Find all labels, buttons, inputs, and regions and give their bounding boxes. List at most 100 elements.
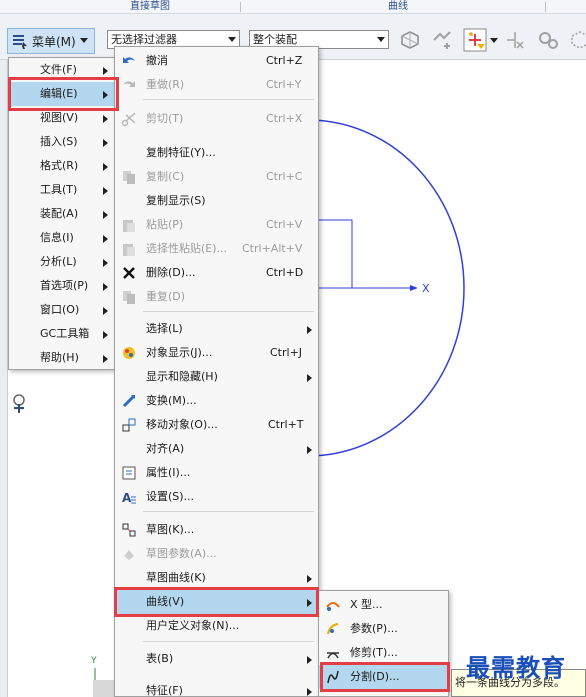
ribbon-group-strip: 直接草图 曲线: [0, 0, 586, 14]
main-menu-item-help[interactable]: 帮助(H): [9, 346, 114, 370]
resource-bar: [0, 60, 8, 697]
submenu-arrow-icon: [307, 446, 312, 454]
menu-item-shortcut: Ctrl+X: [266, 112, 303, 125]
undo-icon: [123, 57, 135, 63]
main-menu-item-format[interactable]: 格式(R): [9, 154, 114, 178]
chevron-down-icon[interactable]: [490, 38, 498, 44]
menu-item-label: GC工具箱: [40, 327, 90, 340]
menu-item-shortcut: Ctrl+T: [268, 418, 304, 431]
chevron-down-icon: [79, 38, 88, 43]
edit-item-repeat[interactable]: 重复(D): [115, 285, 318, 309]
x-axis-label: X: [422, 282, 430, 295]
move-object-icon: [122, 418, 136, 432]
svg-text:A: A: [122, 491, 132, 505]
menu-item-label: 格式(R): [40, 159, 79, 172]
main-menu-item-assembly[interactable]: 装配(A): [9, 202, 114, 226]
main-menu-item-window[interactable]: 窗口(O): [9, 298, 114, 322]
edit-item-transform[interactable]: 变换(M)...: [115, 389, 318, 413]
edit-item-undo[interactable]: 撤消 Ctrl+Z: [115, 49, 318, 73]
edit-item-object-display[interactable]: 对象显示(J)... Ctrl+J: [115, 341, 318, 365]
edit-item-select[interactable]: 选择(L): [115, 317, 318, 341]
ribbon-group-direct-sketch: 直接草图: [130, 1, 170, 12]
snap-icon[interactable]: [430, 28, 454, 52]
point-snap-icon[interactable]: [503, 28, 527, 52]
menu-item-label: 插入(S): [40, 135, 78, 148]
edit-item-user-defined-object[interactable]: 用户定义对象(N)...: [115, 614, 318, 638]
edit-item-copy-feature[interactable]: 复制特征(Y)...: [115, 141, 318, 165]
selection-filter-icon[interactable]: [463, 28, 487, 52]
menu-item-label: 设置(S)...: [146, 490, 195, 503]
edit-item-move-object[interactable]: 移动对象(O)... Ctrl+T: [115, 413, 318, 437]
view-triad-icon[interactable]: [10, 392, 28, 414]
menu-item-label: 显示和隐藏(H): [146, 370, 218, 383]
edit-item-cut[interactable]: 剪切(T) Ctrl+X: [115, 107, 318, 131]
submenu-arrow-icon: [103, 211, 108, 219]
annotation-box-edit: [8, 77, 119, 111]
curve-item-x-form[interactable]: X 型...: [319, 593, 448, 617]
menu-item-label: 复制特征(Y)...: [146, 146, 216, 159]
edit-item-paste-special[interactable]: 选择性粘贴(E)... Ctrl+Alt+V: [115, 237, 318, 261]
menu-item-label: 草图(K)...: [146, 523, 195, 536]
submenu-arrow-icon: [103, 355, 108, 363]
main-menu-item-preferences[interactable]: 首选项(P): [9, 274, 114, 298]
menu-item-label: 移动对象(O)...: [146, 418, 218, 431]
menu-divider: [143, 311, 314, 312]
paste-special-icon: [123, 244, 135, 256]
menu-divider: [143, 99, 314, 100]
curve-item-parameters[interactable]: 参数(P)...: [319, 617, 448, 641]
assembly-scope-value: 整个装配: [253, 33, 297, 46]
dropdown-arrow-icon: [377, 37, 385, 42]
edit-item-show-hide[interactable]: 显示和隐藏(H): [115, 365, 318, 389]
submenu-arrow-icon: [103, 139, 108, 147]
edit-item-paste[interactable]: 粘贴(P) Ctrl+V: [115, 213, 318, 237]
main-menu-item-gc-toolkit[interactable]: GC工具箱: [9, 322, 114, 346]
curve-parameters-icon: [327, 623, 339, 635]
menu-item-label: 草图参数(A)...: [146, 547, 217, 560]
edit-item-align[interactable]: 对齐(A): [115, 437, 318, 461]
menu-item-label: 特征(F): [146, 684, 183, 697]
menu-item-label: 窗口(O): [40, 303, 80, 316]
main-menu-item-analysis[interactable]: 分析(L): [9, 250, 114, 274]
sketch-icon: [122, 523, 136, 537]
menu-item-label: 选择性粘贴(E)...: [146, 242, 228, 255]
main-menu-item-insert[interactable]: 插入(S): [9, 130, 114, 154]
menu-item-shortcut: Ctrl+Alt+V: [242, 242, 303, 255]
main-menu-item-tools[interactable]: 工具(T): [9, 178, 114, 202]
submenu-arrow-icon: [307, 575, 312, 583]
edit-item-sketch-parameters[interactable]: 草图参数(A)...: [115, 542, 318, 566]
edit-item-table[interactable]: 表(B): [115, 647, 318, 671]
submenu-arrow-icon: [103, 331, 108, 339]
menu-item-label: 装配(A): [40, 207, 79, 220]
x-axis-arrowhead: [410, 285, 418, 291]
x-form-icon: [326, 602, 340, 611]
delete-icon: [123, 267, 135, 279]
menu-item-label: 对齐(A): [146, 442, 185, 455]
edit-item-delete[interactable]: 删除(D)... Ctrl+D: [115, 261, 318, 285]
edit-item-redo[interactable]: 重做(R) Ctrl+Y: [115, 73, 318, 97]
menu-button[interactable]: 菜单(M): [7, 28, 95, 54]
transform-icon: [122, 394, 136, 408]
edit-item-copy[interactable]: 复制(C) Ctrl+C: [115, 165, 318, 189]
menu-item-label: 对象显示(J)...: [146, 346, 213, 359]
menu-item-label: 复制(C): [146, 170, 185, 183]
menu-item-label: 表(B): [146, 652, 174, 665]
edit-item-feature[interactable]: 特征(F): [115, 679, 318, 697]
menu-item-label: 帮助(H): [40, 351, 79, 364]
paste-icon: [123, 220, 135, 232]
tool-gears-icon[interactable]: [537, 28, 561, 52]
edit-item-properties[interactable]: 属性(I)...: [115, 461, 318, 485]
submenu-arrow-icon: [103, 163, 108, 171]
assembly-select-icon[interactable]: [398, 28, 422, 52]
scissors-icon: [121, 112, 136, 127]
edit-item-sketch[interactable]: 草图(K)...: [115, 518, 318, 542]
datum-plane: [93, 680, 115, 697]
edit-item-settings[interactable]: A 设置(S)...: [115, 485, 318, 509]
menu-item-label: 选择(L): [146, 322, 183, 335]
copy-icon: [123, 171, 135, 184]
submenu-arrow-icon: [103, 307, 108, 315]
cube-icon[interactable]: [568, 28, 586, 52]
menu-item-label: 复制显示(S): [146, 194, 206, 207]
main-menu-item-info[interactable]: 信息(I): [9, 226, 114, 250]
submenu-arrow-icon: [103, 259, 108, 267]
edit-item-copy-display[interactable]: 复制显示(S): [115, 189, 318, 213]
